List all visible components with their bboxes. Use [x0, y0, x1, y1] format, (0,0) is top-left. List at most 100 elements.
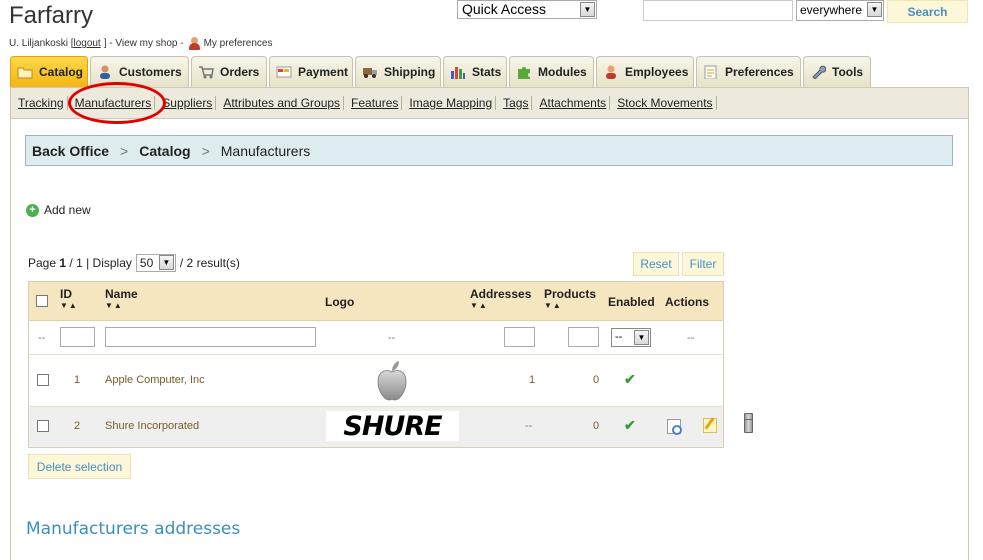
filter-id-input[interactable] — [60, 327, 95, 347]
chevron-right-icon: > — [201, 142, 210, 159]
wrench-icon — [810, 65, 827, 80]
subnav-manufacturers[interactable]: Manufacturers — [72, 96, 156, 110]
manufacturers-table: ID ▼▲ Name ▼▲ Logo Addresses ▼▲ Products… — [28, 281, 753, 448]
page-label: Page — [28, 256, 57, 270]
subnav-tags[interactable]: Tags — [500, 96, 533, 110]
chevron-right-icon: > — [120, 142, 129, 159]
sort-icon[interactable]: ▼▲ — [60, 301, 78, 310]
tab-orders[interactable]: Orders — [191, 56, 267, 87]
catalog-subnav: Tracking Manufacturers Suppliers Attribu… — [10, 87, 969, 119]
user-name: U. Liljankoski [ — [9, 38, 74, 49]
payment-icon — [276, 65, 292, 79]
sort-icon[interactable]: ▼▲ — [105, 301, 138, 310]
pagination: Page 1 / 1 | Display 50 ▼ / 2 result(s) — [28, 254, 240, 272]
search-button[interactable]: Search — [887, 0, 968, 23]
column-enabled: Enabled — [608, 295, 655, 309]
row-checkbox[interactable] — [37, 374, 49, 386]
tab-employees[interactable]: Employees — [596, 56, 694, 87]
enabled-check-icon[interactable]: ✔ — [624, 417, 636, 434]
breadcrumb-back-office[interactable]: Back Office — [32, 143, 109, 159]
tab-label: Catalog — [39, 65, 84, 79]
subnav-features[interactable]: Features — [348, 96, 403, 110]
sort-icon[interactable]: ▼▲ — [470, 301, 531, 310]
row-products: 0 — [593, 374, 600, 386]
chevron-down-icon: ▼ — [867, 2, 882, 17]
subnav-suppliers[interactable]: Suppliers — [159, 96, 217, 110]
add-new-button[interactable]: + Add new — [26, 203, 91, 217]
select-all-checkbox[interactable] — [36, 295, 48, 307]
filter-addresses-input[interactable] — [504, 327, 535, 347]
tab-payment[interactable]: Payment — [269, 56, 353, 87]
per-page-value: 50 — [139, 256, 154, 270]
filter-enabled-value: -- — [615, 331, 623, 343]
column-logo: Logo — [325, 295, 355, 309]
per-page-select[interactable]: 50 ▼ — [135, 254, 176, 272]
sort-icon[interactable]: ▼▲ — [544, 301, 596, 310]
tab-label: Stats — [472, 65, 502, 79]
tab-preferences[interactable]: Preferences — [696, 56, 801, 87]
row-name: Shure Incorporated — [105, 420, 200, 432]
tab-catalog[interactable]: Catalog — [10, 56, 88, 87]
filter-name-input[interactable] — [105, 327, 316, 347]
tab-customers[interactable]: Customers — [90, 56, 189, 87]
filter-logo-dash: -- — [388, 332, 396, 344]
subnav-attributes-groups[interactable]: Attributes and Groups — [220, 96, 345, 110]
result-count: / 2 result(s) — [179, 256, 240, 270]
tab-label: Preferences — [725, 65, 794, 79]
page-total: / 1 — [69, 256, 83, 270]
employee-icon — [603, 65, 619, 79]
tab-shipping[interactable]: Shipping — [355, 56, 441, 87]
section-title: Manufacturers addresses — [26, 519, 241, 539]
preferences-user-icon — [188, 37, 201, 50]
tab-label: Shipping — [384, 65, 436, 79]
view-shop-text: ] - View my shop - — [103, 38, 184, 49]
row-name: Apple Computer, Inc — [105, 374, 205, 386]
row-checkbox[interactable] — [37, 420, 49, 432]
subnav-stock-movements[interactable]: Stock Movements — [614, 96, 717, 110]
subnav-tracking[interactable]: Tracking — [15, 96, 68, 110]
subnav-image-mapping[interactable]: Image Mapping — [406, 96, 497, 110]
row-id: 2 — [74, 420, 81, 432]
breadcrumb-current: Manufacturers — [220, 142, 311, 159]
display-label: | Display — [86, 256, 132, 270]
reset-button[interactable]: Reset — [633, 252, 679, 276]
column-id: ID — [60, 287, 72, 301]
filter-products-input[interactable] — [568, 327, 599, 347]
delete-icon[interactable] — [743, 419, 753, 433]
tab-tools[interactable]: Tools — [803, 56, 871, 87]
tab-modules[interactable]: Modules — [509, 56, 594, 87]
logout-link[interactable]: logout — [73, 38, 100, 49]
search-scope-select[interactable]: everywhere ▼ — [796, 0, 884, 21]
user-info-line: U. Liljankoski [ logout ] - View my shop… — [9, 37, 272, 50]
my-preferences-link[interactable]: My preferences — [204, 38, 273, 49]
view-icon[interactable] — [667, 419, 682, 435]
column-actions: Actions — [665, 295, 710, 309]
table-row[interactable]: 2 Shure Incorporated SHURE -- 0 ✔ — [29, 407, 753, 447]
truck-icon — [362, 65, 378, 79]
chevron-down-icon: ▼ — [158, 255, 174, 270]
tab-stats[interactable]: Stats — [443, 56, 507, 87]
subnav-attachments[interactable]: Attachments — [536, 96, 611, 110]
table-row[interactable]: 1 Apple Computer, Inc 1 0 ✔ — [29, 355, 753, 429]
folder-icon — [17, 65, 33, 79]
filter-dash: -- — [38, 332, 46, 344]
customer-icon — [97, 65, 113, 79]
breadcrumb-catalog[interactable]: Catalog — [139, 143, 190, 159]
tab-label: Employees — [625, 65, 689, 79]
quick-access-select[interactable]: Quick Access ▼ — [457, 0, 597, 19]
shure-logo: SHURE — [326, 411, 459, 442]
filter-button[interactable]: Filter — [682, 252, 724, 276]
row-id: 1 — [74, 374, 81, 386]
enabled-check-icon[interactable]: ✔ — [624, 371, 636, 388]
delete-selection-button[interactable]: Delete selection — [28, 454, 131, 479]
filter-row: -- -- -- ▼ -- — [29, 321, 723, 355]
add-new-label: Add new — [44, 203, 91, 217]
filter-enabled-select[interactable]: -- ▼ — [611, 328, 651, 347]
search-input[interactable] — [643, 0, 793, 21]
page-current: 1 — [59, 256, 67, 270]
quick-access-label: Quick Access — [462, 1, 547, 17]
puzzle-icon — [516, 65, 532, 79]
row-addresses: -- — [525, 420, 533, 432]
edit-icon[interactable] — [703, 418, 718, 433]
chart-icon — [450, 65, 466, 79]
